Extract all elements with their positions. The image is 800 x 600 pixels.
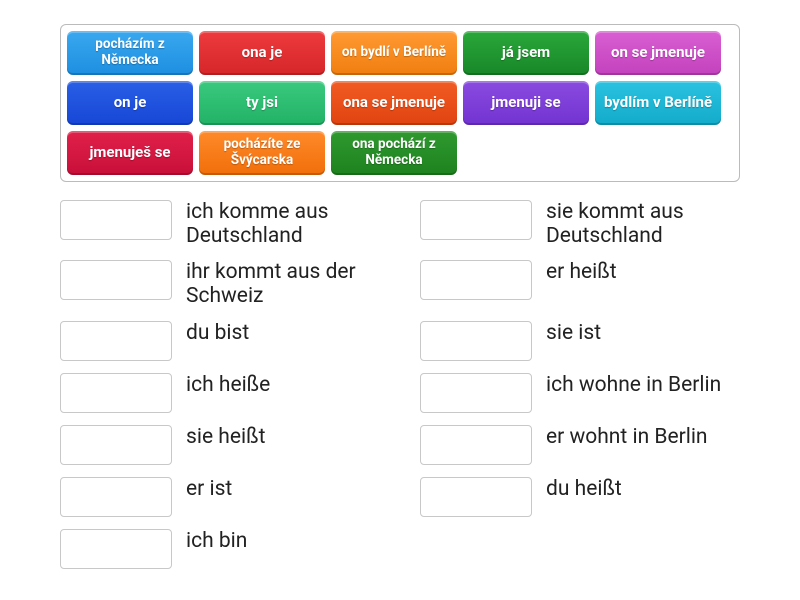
- drop-zone[interactable]: [420, 260, 532, 300]
- target-row: er heißt: [420, 256, 740, 308]
- target-row: ich komme aus Deutschland: [60, 196, 380, 248]
- target-row: sie kommt aus Deutschland: [420, 196, 740, 248]
- tile[interactable]: jmenuji se: [463, 81, 589, 125]
- target-label: ich heiße: [186, 369, 270, 397]
- tile[interactable]: on se jmenuje: [595, 31, 721, 75]
- target-label: sie kommt aus Deutschland: [546, 196, 740, 248]
- target-label: sie ist: [546, 317, 601, 345]
- target-label: du bist: [186, 317, 249, 345]
- target-row: sie ist: [420, 317, 740, 361]
- target-row: ich heiße: [60, 369, 380, 413]
- tile[interactable]: pocházíte ze Švýcarska: [199, 131, 325, 175]
- drop-zone[interactable]: [420, 200, 532, 240]
- tile[interactable]: bydlím v Berlíně: [595, 81, 721, 125]
- drop-zone[interactable]: [60, 425, 172, 465]
- target-label: ihr kommt aus der Schweiz: [186, 256, 380, 308]
- target-label: er ist: [186, 473, 232, 501]
- target-row: ich wohne in Berlin: [420, 369, 740, 413]
- target-row: du bist: [60, 317, 380, 361]
- tile[interactable]: jmenuješ se: [67, 131, 193, 175]
- target-label: er wohnt in Berlin: [546, 421, 708, 449]
- target-label: ich bin: [186, 525, 247, 553]
- drop-zone[interactable]: [420, 373, 532, 413]
- tile[interactable]: on bydlí v Berlíně: [331, 31, 457, 75]
- drop-zone[interactable]: [60, 373, 172, 413]
- drop-zone[interactable]: [60, 200, 172, 240]
- target-row: er wohnt in Berlin: [420, 421, 740, 465]
- target-row: ich bin: [60, 525, 380, 569]
- tile[interactable]: on je: [67, 81, 193, 125]
- target-row: du heißt: [420, 473, 740, 517]
- target-row: ihr kommt aus der Schweiz: [60, 256, 380, 308]
- target-label: ich komme aus Deutschland: [186, 196, 380, 248]
- target-row: sie heißt: [60, 421, 380, 465]
- target-label: er heißt: [546, 256, 617, 284]
- tile[interactable]: ona je: [199, 31, 325, 75]
- target-label: ich wohne in Berlin: [546, 369, 721, 397]
- tile[interactable]: pocházím z Německa: [67, 31, 193, 75]
- drop-zone[interactable]: [420, 477, 532, 517]
- target-label: du heißt: [546, 473, 622, 501]
- tile-bank: pocházím z Německaona jeon bydlí v Berlí…: [60, 24, 740, 182]
- tile[interactable]: ona pochází z Německa: [331, 131, 457, 175]
- tile[interactable]: ona se jmenuje: [331, 81, 457, 125]
- drop-zone[interactable]: [60, 260, 172, 300]
- tile[interactable]: já jsem: [463, 31, 589, 75]
- target-row: er ist: [60, 473, 380, 517]
- drop-zone[interactable]: [60, 477, 172, 517]
- drop-zone[interactable]: [420, 321, 532, 361]
- tile[interactable]: ty jsi: [199, 81, 325, 125]
- drop-zone[interactable]: [420, 425, 532, 465]
- drop-zone[interactable]: [60, 321, 172, 361]
- drop-zone[interactable]: [60, 529, 172, 569]
- targets-grid: ich komme aus Deutschland sie kommt aus D…: [60, 196, 740, 569]
- target-label: sie heißt: [186, 421, 265, 449]
